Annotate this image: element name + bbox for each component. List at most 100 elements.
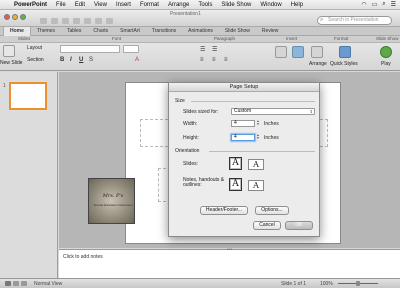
width-value: 4: [234, 120, 237, 126]
slide-sorter-icon[interactable]: [13, 281, 19, 286]
menu-arrange[interactable]: Arrange: [168, 2, 189, 8]
font-name-select[interactable]: [60, 45, 120, 53]
text-box-icon[interactable]: [275, 46, 287, 58]
font-size-select[interactable]: [123, 45, 139, 53]
menu-bar: PowerPoint File Edit View Insert Format …: [0, 0, 400, 10]
document-title: Presentation1: [170, 11, 201, 17]
notes-portrait-option[interactable]: A: [229, 178, 242, 191]
tab-review[interactable]: Review: [256, 27, 284, 36]
underline-icon[interactable]: U: [79, 57, 83, 63]
zoom-slider-knob[interactable]: [356, 281, 360, 286]
menu-slide-show[interactable]: Slide Show: [221, 2, 251, 8]
group-label-font: Font: [112, 36, 122, 41]
tab-tables[interactable]: Tables: [61, 27, 87, 36]
tab-transitions[interactable]: Transitions: [146, 27, 182, 36]
cancel-button[interactable]: Cancel: [253, 221, 281, 230]
tab-home[interactable]: Home: [3, 26, 31, 36]
battery-icon[interactable]: ▭: [372, 1, 378, 8]
shadow-icon[interactable]: S: [89, 57, 93, 63]
height-label: Height:: [183, 135, 199, 141]
list-icon[interactable]: ☰: [391, 1, 396, 8]
status-icons: ◠ ▭ ⌕ ☰: [361, 1, 396, 8]
menu-help[interactable]: Help: [291, 2, 303, 8]
align-right-icon[interactable]: ≡: [224, 57, 228, 63]
ribbon-group-labels: Slides Font Paragraph Insert Format Slid…: [0, 36, 400, 43]
open-icon[interactable]: [62, 18, 69, 24]
play-button[interactable]: Play: [381, 61, 391, 67]
zoom-slider[interactable]: [338, 281, 378, 286]
tab-charts[interactable]: Charts: [87, 27, 114, 36]
options-button[interactable]: Options...: [255, 206, 289, 215]
tab-smartart[interactable]: SmartArt: [114, 27, 146, 36]
new-slide-button[interactable]: New Slide: [0, 60, 23, 66]
arrange-icon[interactable]: [311, 46, 323, 58]
menu-tools[interactable]: Tools: [198, 2, 212, 8]
slide-counter: Slide 1 of 1: [281, 281, 307, 287]
spotlight-icon[interactable]: ⌕: [382, 1, 385, 8]
play-icon[interactable]: [380, 46, 392, 58]
picture-caption: Mrs. P's: [102, 193, 124, 199]
window-titlebar: Presentation1 ⌕ Search in Presentation: [0, 10, 400, 27]
arrange-button[interactable]: Arrange: [309, 61, 327, 67]
size-section-label: Size: [175, 98, 185, 104]
slide-thumbnail[interactable]: [9, 82, 47, 110]
zoom-window-icon[interactable]: [20, 14, 26, 20]
save-icon[interactable]: [73, 18, 80, 24]
align-left-icon[interactable]: ≡: [200, 57, 204, 63]
quick-styles-button[interactable]: Quick Styles: [330, 61, 358, 67]
redo-icon[interactable]: [106, 18, 113, 24]
italic-icon[interactable]: I: [70, 57, 72, 63]
layout-button[interactable]: Layout: [27, 45, 42, 51]
thumbnail-number: 1: [3, 83, 6, 89]
tab-animations[interactable]: Animations: [182, 27, 219, 36]
classroom-picture[interactable]: Mrs. P's Special Education Classroom: [88, 178, 135, 224]
section-button[interactable]: Section: [27, 57, 44, 63]
picture-icon[interactable]: [292, 46, 304, 58]
slide-show-view-icon[interactable]: [21, 281, 27, 286]
undo-icon[interactable]: [95, 18, 102, 24]
menu-insert[interactable]: Insert: [116, 2, 131, 8]
wifi-icon[interactable]: ◠: [361, 1, 366, 8]
numbering-icon[interactable]: ☰: [212, 46, 217, 53]
standard-toolbar: [40, 18, 113, 24]
search-input[interactable]: ⌕ Search in Presentation: [317, 16, 392, 25]
slides-sized-for-label: Slides sized for:: [183, 109, 219, 115]
slides-sized-for-select[interactable]: Custom ⇕: [231, 108, 315, 115]
width-stepper[interactable]: ▲ ▼: [256, 120, 260, 127]
menu-format[interactable]: Format: [140, 2, 159, 8]
normal-view-icon[interactable]: [5, 281, 11, 286]
slides-portrait-option[interactable]: A: [229, 157, 242, 170]
bullets-icon[interactable]: ☰: [200, 46, 205, 53]
width-field[interactable]: 4: [231, 120, 255, 127]
notes-orientation-label: Notes, handouts & outlines:: [183, 177, 225, 188]
quick-styles-icon[interactable]: [339, 46, 351, 58]
new-slide-icon[interactable]: [3, 45, 15, 57]
font-color-icon[interactable]: A: [135, 57, 139, 63]
minimize-window-icon[interactable]: [12, 14, 18, 20]
align-center-icon[interactable]: ≡: [212, 57, 216, 63]
select-chevron-icon: ⇕: [309, 109, 313, 114]
tab-slide-show[interactable]: Slide Show: [219, 27, 256, 36]
orientation-divider: [209, 151, 315, 152]
orientation-section-label: Orientation: [175, 148, 200, 154]
menu-file[interactable]: File: [56, 2, 66, 8]
bold-icon[interactable]: B: [60, 57, 64, 63]
notes-resize-handle[interactable]: •••: [227, 247, 232, 253]
tab-themes[interactable]: Themes: [31, 27, 61, 36]
templates-icon[interactable]: [51, 18, 58, 24]
menu-window[interactable]: Window: [260, 2, 281, 8]
header-footer-button[interactable]: Header/Footer...: [200, 206, 248, 215]
slide-thumbnails-pane: 1: [0, 72, 58, 278]
height-field[interactable]: 4: [231, 134, 255, 141]
menu-edit[interactable]: Edit: [75, 2, 85, 8]
menu-powerpoint[interactable]: PowerPoint: [14, 2, 47, 8]
print-icon[interactable]: [84, 18, 91, 24]
new-icon[interactable]: [40, 18, 47, 24]
slides-landscape-option[interactable]: A: [248, 159, 264, 170]
close-window-icon[interactable]: [4, 14, 10, 20]
notes-landscape-option[interactable]: A: [248, 180, 264, 191]
menu-view[interactable]: View: [94, 2, 107, 8]
height-stepper[interactable]: ▲ ▼: [256, 134, 260, 141]
ok-button[interactable]: OK: [285, 221, 313, 230]
notes-pane[interactable]: ••• Click to add notes: [59, 247, 400, 278]
